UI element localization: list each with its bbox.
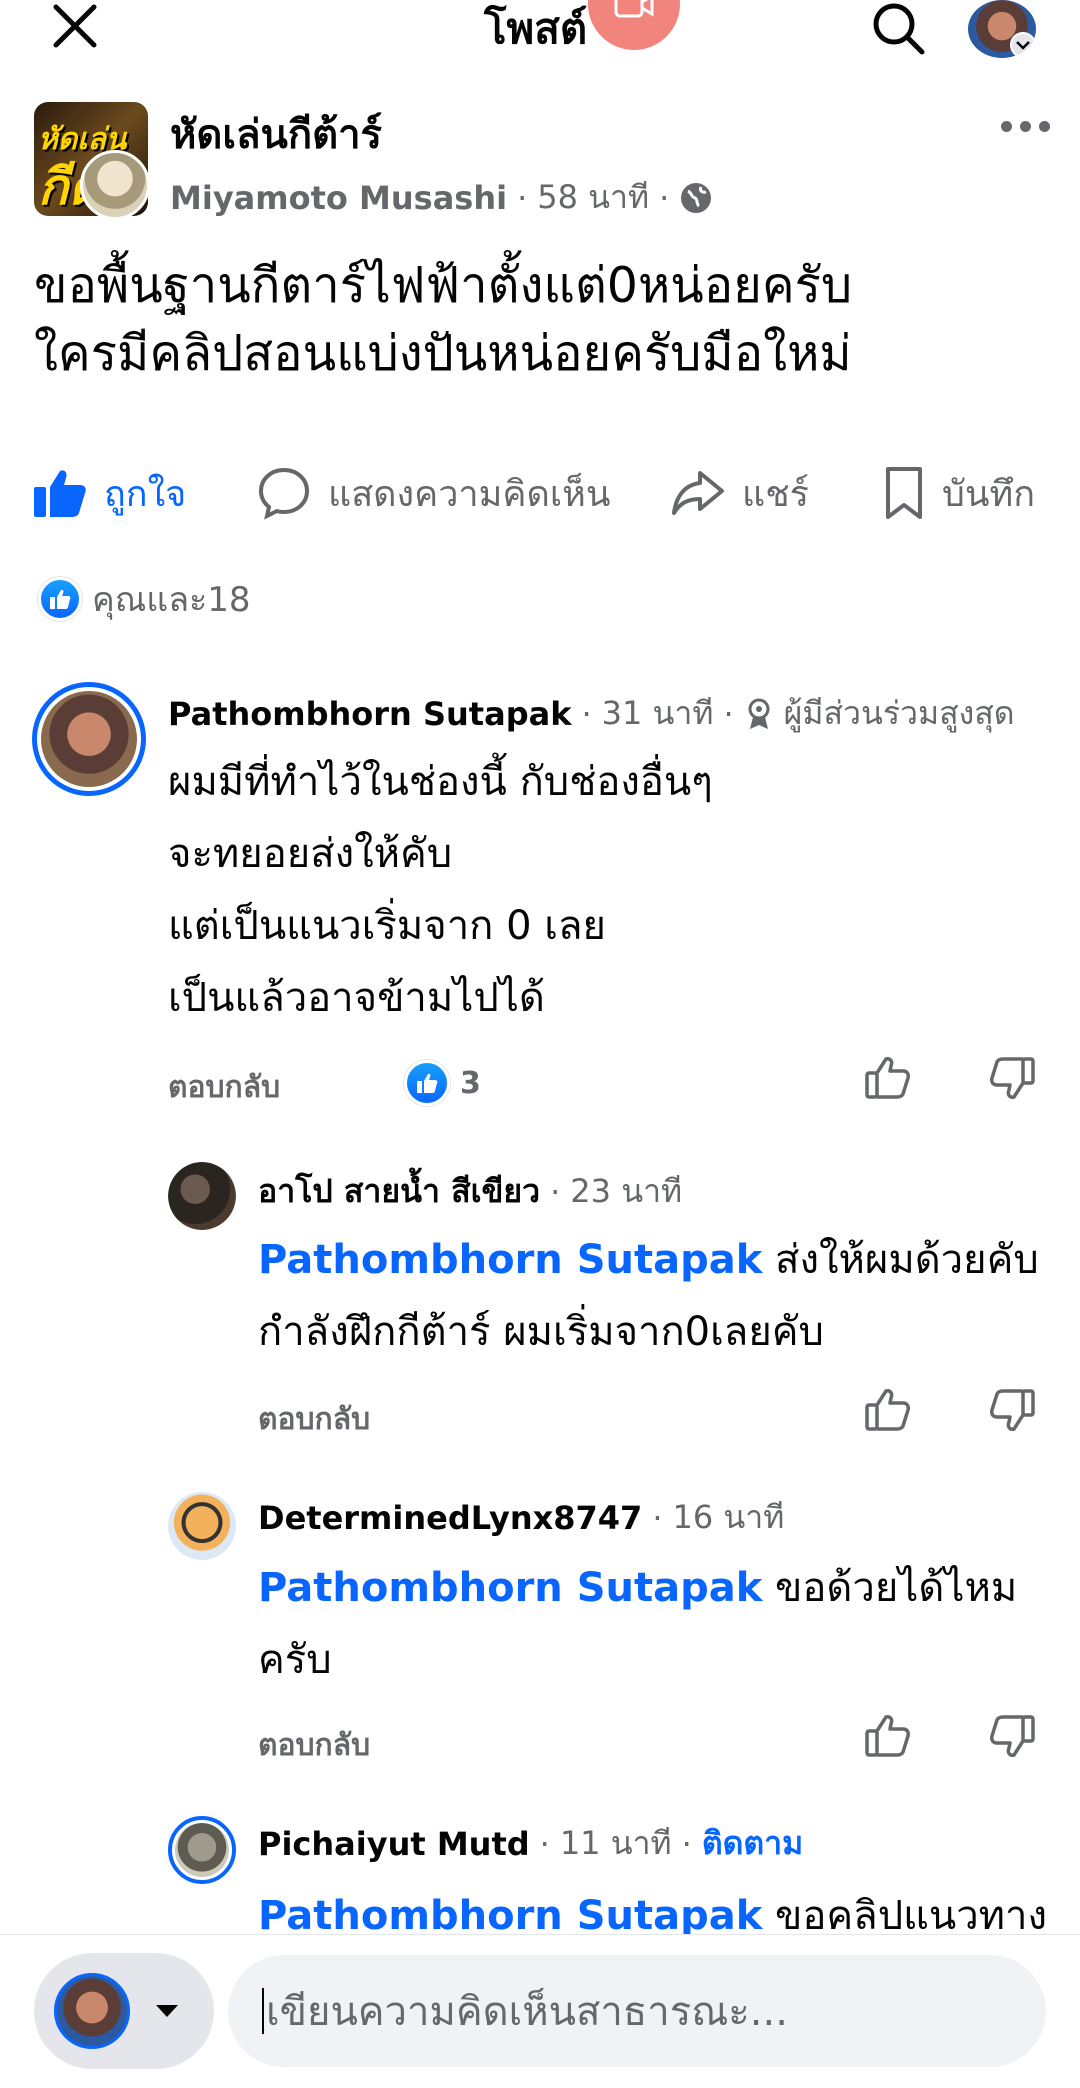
- like-reaction-icon: [404, 1060, 450, 1106]
- comment-time: 16 นาที: [672, 1498, 785, 1536]
- thumbs-up-icon: [865, 1057, 910, 1099]
- follow-button[interactable]: ติดตาม: [702, 1818, 803, 1869]
- meta-separator: ·: [659, 178, 670, 217]
- screen-record-icon[interactable]: [588, 0, 680, 50]
- commenter-name[interactable]: DeterminedLynx8747: [258, 1499, 642, 1537]
- reply-button[interactable]: ตอบกลับ: [168, 1064, 280, 1111]
- close-icon: [53, 4, 97, 48]
- comment-line: Pathombhorn Sutapak ส่งให้ผมด้วยคับ: [258, 1237, 1039, 1283]
- commenter-avatar[interactable]: [168, 1492, 236, 1560]
- post-actions: ถูกใจ แสดงความคิดเห็น แชร์ บันทึก: [0, 460, 1080, 526]
- comment-input[interactable]: เขียนความคิดเห็นสาธารณะ...: [228, 1955, 1046, 2067]
- badge-icon: [748, 698, 770, 729]
- caret-down-icon: [156, 2005, 178, 2017]
- thumbs-up-icon: [865, 1715, 910, 1757]
- comment-line: Pathombhorn Sutapak ขอด้วยได้ไหม: [258, 1565, 1018, 1611]
- comment-text: Pathombhorn Sutapak ส่งให้ผมด้วยคับ กำลั…: [258, 1224, 1039, 1368]
- save-button[interactable]: บันทึก: [882, 460, 1035, 526]
- bookmark-icon: [886, 467, 922, 519]
- comment-line: จะทยอยส่งให้คับ: [168, 831, 453, 877]
- save-label: บันทึก: [942, 473, 1035, 515]
- mention-link[interactable]: Pathombhorn Sutapak: [258, 1893, 762, 1939]
- comment-header: Pichaiyut Mutd · 11 นาที · ติดตาม: [258, 1818, 803, 1869]
- comment-line: ผมมีที่ทำไว้ในช่องนี้ กับช่องอื่นๆ: [168, 759, 713, 805]
- comment-dislike-button[interactable]: [986, 1052, 1038, 1104]
- text-cursor: [262, 1988, 264, 2034]
- comment-button[interactable]: แสดงความคิดเห็น: [256, 460, 610, 526]
- profile-switcher[interactable]: [34, 1953, 214, 2069]
- reply-button[interactable]: ตอบกลับ: [258, 1396, 370, 1443]
- thumbs-up-filled-icon: [34, 470, 86, 517]
- chevron-down-icon: [1010, 32, 1036, 58]
- comment-label: แสดงความคิดเห็น: [328, 473, 611, 515]
- commenter-avatar[interactable]: [168, 1816, 236, 1884]
- comment-icon: [258, 467, 310, 520]
- post-time: 58 นาที: [537, 178, 650, 216]
- more-options-button[interactable]: [990, 108, 1060, 144]
- comment-line: เป็นแล้วอาจข้ามไปได้: [168, 975, 545, 1021]
- top-bar: โพสต์: [0, 0, 1080, 58]
- commenter-name[interactable]: Pathombhorn Sutapak: [168, 695, 571, 733]
- search-icon: [873, 3, 925, 55]
- comment-time: 23 นาที: [570, 1172, 683, 1210]
- comment-like-button[interactable]: [862, 1710, 914, 1762]
- composer-avatar: [54, 1973, 130, 2049]
- close-button[interactable]: [48, 4, 102, 48]
- page-title: โพสต์: [484, 4, 588, 53]
- reaction-summary[interactable]: คุณและ18: [38, 572, 251, 626]
- post-text-line: ใครมีคลิปสอนแบ่งปันหน่อยครับมือใหม่: [34, 325, 852, 382]
- share-icon: [672, 471, 724, 515]
- commenter-name[interactable]: อาโป สายน้ำ สีเขียว: [258, 1166, 540, 1217]
- comment-like-button[interactable]: [862, 1384, 914, 1436]
- thumbs-down-icon: [990, 1057, 1035, 1099]
- thumbs-down-icon: [990, 1389, 1035, 1431]
- commenter-name[interactable]: Pichaiyut Mutd: [258, 1825, 530, 1863]
- comment-time: 31 นาที: [601, 694, 714, 732]
- search-button[interactable]: [866, 0, 930, 56]
- comment-composer: เขียนความคิดเห็นสาธารณะ...: [0, 1934, 1080, 2088]
- comment-header: Pathombhorn Sutapak · 31 นาที · ผู้มีส่ว…: [168, 688, 1015, 739]
- comment-text: ผมมีที่ทำไว้ในช่องนี้ กับช่องอื่นๆ จะทยอ…: [168, 746, 713, 1034]
- comment-header: อาโป สายน้ำ สีเขียว · 23 นาที: [258, 1166, 682, 1217]
- like-reaction-icon: [38, 577, 82, 621]
- globe-icon: [681, 182, 712, 213]
- top-contributor-badge: ผู้มีส่วนร่วมสูงสุด: [783, 694, 1015, 732]
- comment-header: DeterminedLynx8747 · 16 นาที: [258, 1492, 784, 1543]
- comment-like-count[interactable]: 3: [404, 1060, 481, 1106]
- share-label: แชร์: [742, 473, 809, 515]
- like-button[interactable]: ถูกใจ: [32, 460, 186, 526]
- post-meta: Miyamoto Musashi · 58 นาที ·: [170, 172, 713, 223]
- mention-link[interactable]: Pathombhorn Sutapak: [258, 1565, 762, 1611]
- reply-button[interactable]: ตอบกลับ: [258, 1722, 370, 1769]
- author-avatar[interactable]: [80, 150, 150, 220]
- comment-line: กำลังฝึกกีต้าร์ ผมเริ่มจาก0เลยคับ: [258, 1309, 824, 1355]
- comment-time: 11 นาที: [559, 1824, 672, 1862]
- comment-line: แต่เป็นแนวเริ่มจาก 0 เลย: [168, 903, 606, 949]
- comment-dislike-button[interactable]: [986, 1710, 1038, 1762]
- thumbs-up-icon: [865, 1389, 910, 1431]
- meta-separator: ·: [517, 178, 528, 217]
- profile-avatar[interactable]: [968, 0, 1036, 58]
- post-author[interactable]: Miyamoto Musashi: [170, 179, 507, 217]
- thumbs-down-icon: [990, 1715, 1035, 1757]
- post-text-line: ขอพื้นฐานกีตาร์ไฟฟ้าตั้งแต่0หน่อยครับ: [34, 257, 853, 314]
- comment-line: ครับ: [258, 1637, 332, 1683]
- share-button[interactable]: แชร์: [670, 460, 809, 526]
- mention-link[interactable]: Pathombhorn Sutapak: [258, 1237, 762, 1283]
- comment-like-button[interactable]: [862, 1052, 914, 1104]
- commenter-avatar[interactable]: [168, 1162, 236, 1230]
- group-name[interactable]: หัดเล่นกีต้าร์: [170, 102, 382, 166]
- post-text: ขอพื้นฐานกีตาร์ไฟฟ้าตั้งแต่0หน่อยครับ ใค…: [34, 252, 1054, 388]
- comment-dislike-button[interactable]: [986, 1384, 1038, 1436]
- commenter-avatar[interactable]: [32, 682, 146, 796]
- comment-placeholder: เขียนความคิดเห็นสาธารณะ...: [266, 1989, 788, 2035]
- reaction-count: คุณและ18: [92, 580, 251, 620]
- video-icon: [614, 0, 654, 18]
- like-label: ถูกใจ: [104, 473, 187, 515]
- comment-text: Pathombhorn Sutapak ขอด้วยได้ไหม ครับ: [258, 1552, 1017, 1696]
